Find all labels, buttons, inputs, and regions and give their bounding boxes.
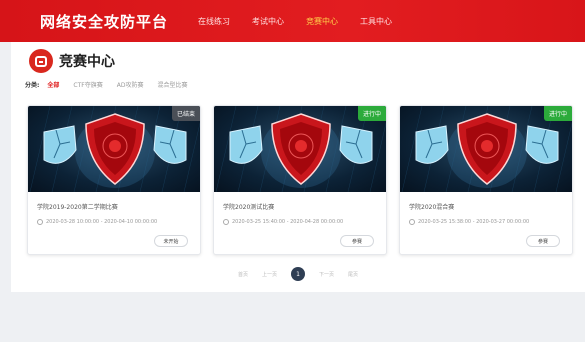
pager-last[interactable]: 尾页 xyxy=(348,271,358,278)
top-navbar: 网络安全攻防平台 在线练习 考试中心 竞赛中心 工具中心 xyxy=(0,0,585,42)
competition-time-text: 2020-03-28 10:00:00 - 2020-04-10 00:00:0… xyxy=(46,219,158,225)
nav-tool-center[interactable]: 工具中心 xyxy=(360,16,392,27)
clock-icon xyxy=(223,219,229,225)
filter-ctf[interactable]: CTF夺旗赛 xyxy=(73,80,102,89)
competition-icon xyxy=(29,49,53,73)
status-badge: 进行中 xyxy=(357,106,386,121)
page-title: 竞赛中心 xyxy=(59,54,115,70)
filter-all[interactable]: 全部 xyxy=(47,80,59,89)
main-nav: 在线练习 考试中心 竞赛中心 工具中心 xyxy=(198,0,414,42)
competition-name: 学院2019-2020第二学期比赛 xyxy=(37,204,118,211)
filter-label: 分类: xyxy=(25,82,40,89)
competition-time-text: 2020-03-25 15:40:00 - 2020-04-28 00:00:0… xyxy=(232,219,344,225)
status-badge: 已结束 xyxy=(171,106,200,121)
pager-first[interactable]: 首页 xyxy=(238,271,248,278)
nav-online-practice[interactable]: 在线练习 xyxy=(198,16,230,27)
status-badge: 进行中 xyxy=(543,106,572,121)
nav-exam-center[interactable]: 考试中心 xyxy=(252,16,284,27)
competition-card[interactable]: 进行中 学院2020测试比赛 2020-03-25 15:40:00 - 202… xyxy=(213,105,387,255)
competition-time-text: 2020-03-25 15:38:00 - 2020-03-27 00:00:0… xyxy=(418,219,530,225)
join-button[interactable]: 参赛 xyxy=(340,235,374,247)
join-button[interactable]: 参赛 xyxy=(526,235,560,247)
brand-title[interactable]: 网络安全攻防平台 xyxy=(40,11,168,32)
filter-mixed[interactable]: 混合型比赛 xyxy=(157,80,187,89)
competition-time: 2020-03-25 15:38:00 - 2020-03-27 00:00:0… xyxy=(409,219,529,225)
pager-current-page[interactable]: 1 xyxy=(291,267,305,281)
filter-ad[interactable]: AD攻防赛 xyxy=(117,80,144,89)
competition-name: 学院2020测试比赛 xyxy=(223,204,275,211)
clock-icon xyxy=(409,219,415,225)
competition-name: 学院2020混合赛 xyxy=(409,204,455,211)
category-filter: 分类: 全部 CTF夺旗赛 AD攻防赛 混合型比赛 xyxy=(25,80,201,89)
competition-card[interactable]: 进行中 学院2020混合赛 2020-03-25 15:38:00 - 2020… xyxy=(399,105,573,255)
nav-competition-center[interactable]: 竞赛中心 xyxy=(306,16,338,27)
pager-next[interactable]: 下一页 xyxy=(319,271,334,278)
page-header: 竞赛中心 xyxy=(29,49,115,73)
competition-time: 2020-03-25 15:40:00 - 2020-04-28 00:00:0… xyxy=(223,219,343,225)
pager-prev[interactable]: 上一页 xyxy=(262,271,277,278)
content-panel: 竞赛中心 分类: 全部 CTF夺旗赛 AD攻防赛 混合型比赛 已结束 学院201… xyxy=(11,42,585,292)
competition-time: 2020-03-28 10:00:00 - 2020-04-10 00:00:0… xyxy=(37,219,157,225)
competition-action-button[interactable]: 未开始 xyxy=(154,235,188,247)
pagination: 首页 上一页 1 下一页 尾页 xyxy=(11,267,585,281)
competition-card[interactable]: 已结束 学院2019-2020第二学期比赛 2020-03-28 10:00:0… xyxy=(27,105,201,255)
clock-icon xyxy=(37,219,43,225)
